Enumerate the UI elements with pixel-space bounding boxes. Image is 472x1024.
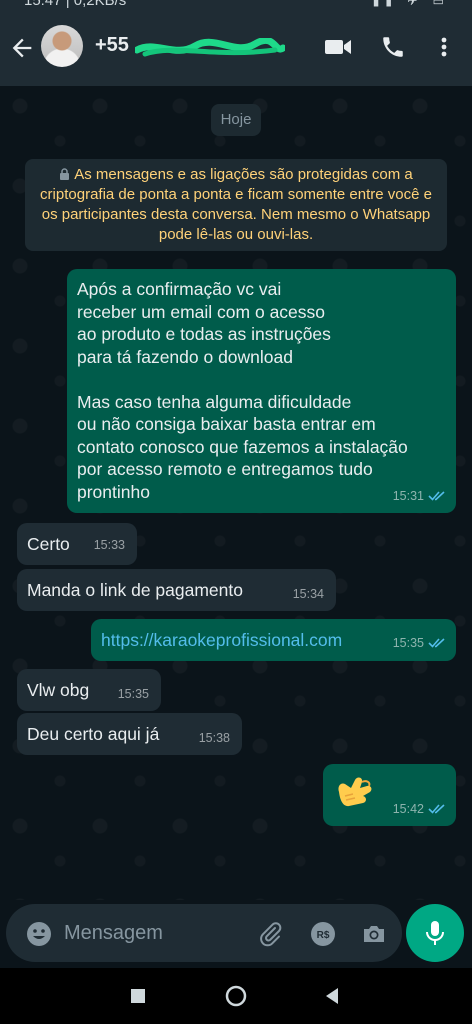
message-time: 15:35 bbox=[393, 632, 446, 655]
message-time: 15:42 bbox=[393, 798, 446, 821]
video-call-icon[interactable] bbox=[323, 34, 353, 60]
redaction-scribble bbox=[135, 38, 285, 57]
read-ticks-icon bbox=[428, 491, 445, 501]
recents-button-icon[interactable] bbox=[126, 984, 150, 1008]
message-time: 15:35 bbox=[117, 686, 149, 701]
message-input[interactable]: Mensagem R$ bbox=[6, 904, 402, 962]
message-composer: Mensagem R$ bbox=[0, 900, 472, 968]
encryption-notice-text: As mensagens e as ligações são protegida… bbox=[40, 166, 432, 243]
chat-area[interactable]: Hoje As mensagens e as ligações são prot… bbox=[0, 86, 472, 900]
voice-call-icon[interactable] bbox=[378, 34, 408, 60]
microphone-icon bbox=[426, 921, 444, 945]
system-navigation-bar bbox=[0, 968, 472, 1024]
home-button-icon[interactable] bbox=[224, 984, 248, 1008]
back-button-icon[interactable] bbox=[320, 984, 344, 1008]
svg-text:R$: R$ bbox=[317, 930, 330, 941]
back-arrow-icon[interactable] bbox=[8, 34, 36, 62]
read-ticks-icon bbox=[428, 804, 445, 814]
payment-icon[interactable]: R$ bbox=[310, 921, 336, 947]
message-bubble-incoming[interactable]: Vlw obg 15:35 bbox=[17, 669, 161, 711]
lock-icon bbox=[60, 168, 70, 180]
chat-header: +55 bbox=[0, 14, 472, 86]
message-bubble-incoming[interactable]: Deu certo aqui já 15:38 bbox=[17, 713, 242, 755]
contact-name[interactable]: +55 bbox=[95, 34, 129, 57]
message-bubble-incoming[interactable]: Certo 15:33 bbox=[17, 523, 137, 565]
emoji-icon[interactable] bbox=[26, 921, 52, 947]
message-time: 15:31 bbox=[393, 485, 446, 508]
message-time: 15:33 bbox=[93, 537, 125, 552]
message-input-placeholder: Mensagem bbox=[64, 922, 163, 944]
message-time: 15:38 bbox=[198, 730, 230, 745]
date-chip: Hoje bbox=[211, 104, 261, 136]
attach-icon[interactable] bbox=[258, 921, 284, 947]
message-bubble-outgoing[interactable]: Após a confirmação vc vai receber um ema… bbox=[67, 269, 456, 513]
call-me-hand-emoji bbox=[338, 777, 372, 807]
message-bubble-incoming[interactable]: Manda o link de pagamento 15:34 bbox=[17, 569, 336, 611]
message-text: Após a confirmação vc vai receber um ema… bbox=[77, 279, 408, 502]
message-time: 15:34 bbox=[292, 586, 324, 601]
contact-avatar[interactable] bbox=[41, 25, 83, 67]
status-icons: ▮▮ ✈ ▭ bbox=[372, 0, 450, 8]
message-bubble-outgoing[interactable]: https://karaokeprofissional.com 15:35 bbox=[91, 619, 456, 661]
camera-icon[interactable] bbox=[361, 921, 387, 947]
status-bar-text: 15:47 | 0,2KB/s bbox=[24, 0, 127, 9]
voice-message-button[interactable] bbox=[406, 904, 464, 962]
status-bar: 15:47 | 0,2KB/s ▮▮ ✈ ▭ bbox=[0, 0, 472, 14]
message-bubble-outgoing[interactable]: 15:42 bbox=[323, 764, 456, 826]
message-text: Manda o link de pagamento bbox=[27, 580, 243, 600]
encryption-notice[interactable]: As mensagens e as ligações são protegida… bbox=[25, 159, 447, 251]
more-options-icon[interactable] bbox=[432, 34, 456, 60]
read-ticks-icon bbox=[428, 638, 445, 648]
